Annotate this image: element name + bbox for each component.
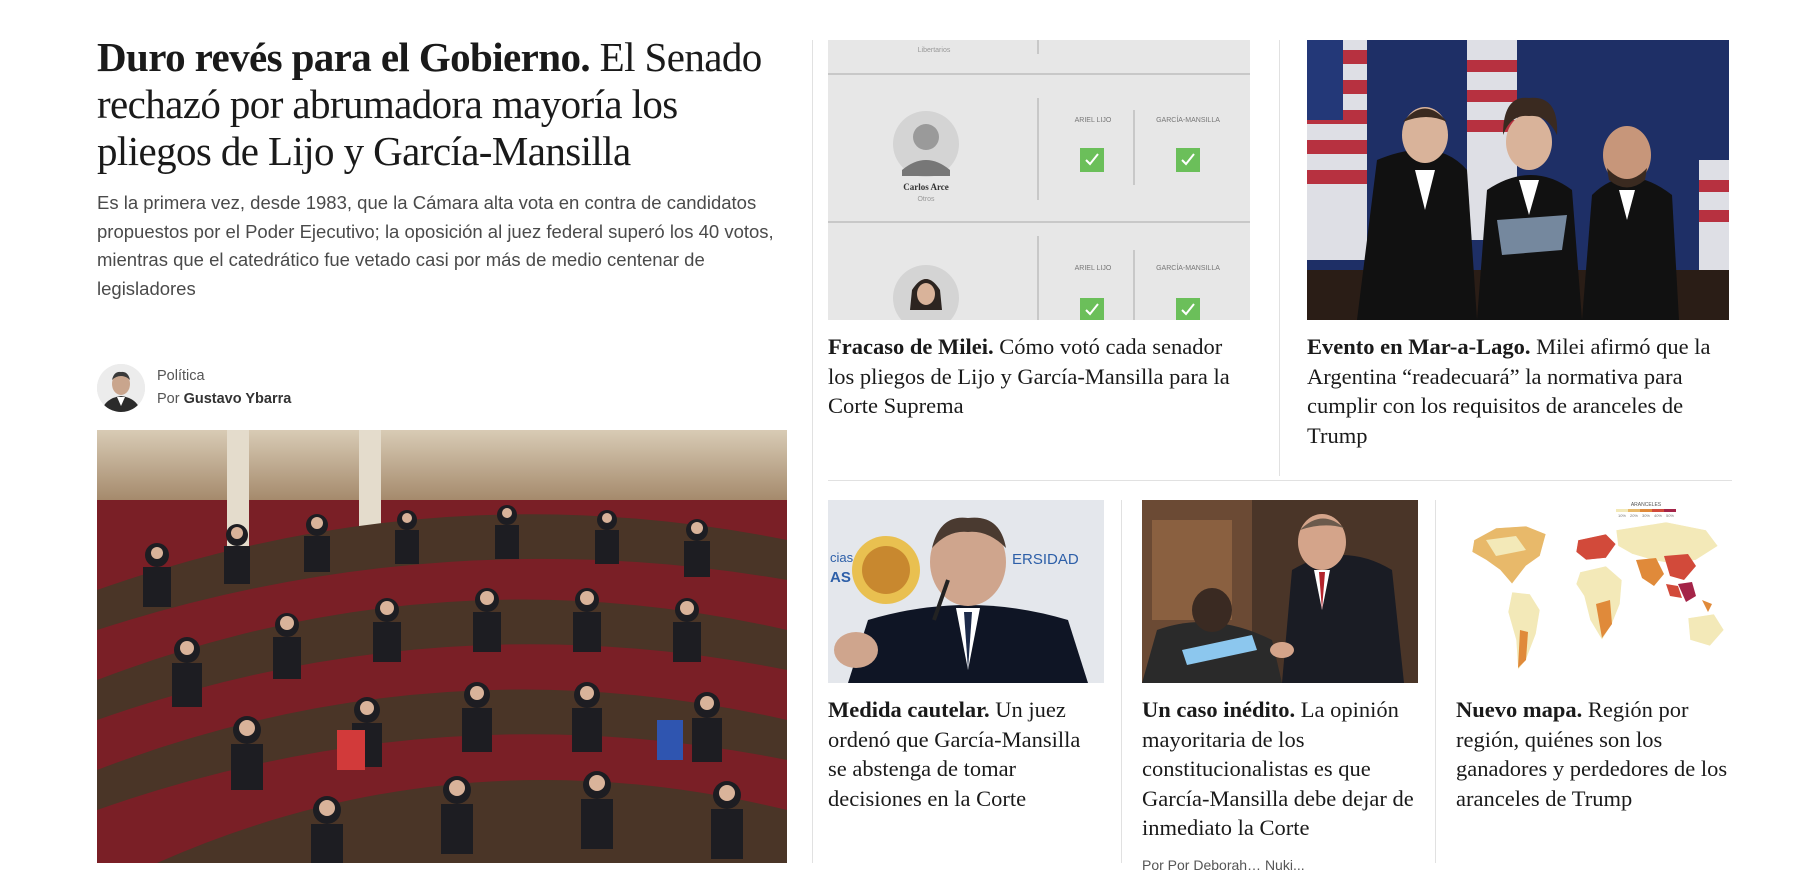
lead-byline: Política Por Gustavo Ybarra bbox=[97, 364, 397, 416]
vote-check-3 bbox=[1080, 298, 1104, 320]
row-divider bbox=[828, 480, 1732, 481]
svg-text:10%: 10% bbox=[1618, 513, 1626, 518]
author-name: Gustavo Ybarra bbox=[183, 391, 292, 407]
column-divider-bottom-2 bbox=[1435, 500, 1436, 863]
card-headline[interactable]: Nuevo mapa. Región por región, quiénes s… bbox=[1456, 695, 1732, 813]
section-label[interactable]: Política bbox=[157, 368, 205, 384]
lead-kicker: Duro revés para el Gobierno. bbox=[97, 34, 591, 80]
story-card-fracaso-milei[interactable]: Libertarios Carlos Arce Otros ARIEL LIJO… bbox=[828, 40, 1250, 421]
svg-text:20%: 20% bbox=[1630, 513, 1638, 518]
author-prefix: Por bbox=[157, 391, 184, 407]
card-kicker: Nuevo mapa. bbox=[1456, 697, 1583, 722]
lead-photo-senate-chamber[interactable] bbox=[97, 430, 787, 863]
card-headline[interactable]: Evento en Mar-a-Lago. Milei afirmó que l… bbox=[1307, 332, 1729, 450]
card-headline[interactable]: Fracaso de Milei. Cómo votó cada senador… bbox=[828, 332, 1250, 421]
vote-check-4 bbox=[1176, 298, 1200, 320]
column-divider-top-mid bbox=[1279, 40, 1280, 476]
photo-text-3: ERSIDAD bbox=[1012, 551, 1079, 568]
svg-text:40%: 40% bbox=[1654, 513, 1662, 518]
story-card-nuevo-mapa[interactable]: ARANCELES 10% 20% 30% 40% 50% Nuevo mapa… bbox=[1456, 500, 1732, 813]
graphic-top-caption: Libertarios bbox=[918, 47, 951, 54]
col-label-lijo-2: ARIEL LIJO bbox=[1075, 265, 1112, 272]
card-kicker: Fracaso de Milei. bbox=[828, 334, 994, 359]
story-card-medida-cautelar[interactable]: cias AS ERSIDAD Medida cautelar. Un juez… bbox=[828, 500, 1104, 813]
svg-text:50%: 50% bbox=[1666, 513, 1674, 518]
map-legend-title: ARANCELES bbox=[1631, 502, 1662, 508]
card-headline[interactable]: Un caso inédito. La opinión mayoritaria … bbox=[1142, 695, 1418, 843]
card-kicker: Medida cautelar. bbox=[828, 697, 990, 722]
card-kicker: Evento en Mar-a-Lago. bbox=[1307, 334, 1531, 359]
card-kicker: Un caso inédito. bbox=[1142, 697, 1296, 722]
author-line[interactable]: Por Gustavo Ybarra bbox=[157, 391, 291, 407]
col-label-gm-1: GARCÍA-MANSILLA bbox=[1156, 115, 1220, 124]
column-divider-left bbox=[812, 40, 813, 863]
senator-party-1: Otros bbox=[917, 196, 935, 203]
card-headline[interactable]: Medida cautelar. Un juez ordenó que Garc… bbox=[828, 695, 1104, 813]
author-avatar[interactable] bbox=[97, 364, 145, 412]
caso-inedito-photo[interactable] bbox=[1142, 500, 1418, 683]
medida-cautelar-photo[interactable]: cias AS ERSIDAD bbox=[828, 500, 1104, 683]
story-card-caso-inedito[interactable]: Un caso inédito. La opinión mayoritaria … bbox=[1142, 500, 1418, 843]
col-label-lijo-1: ARIEL LIJO bbox=[1075, 117, 1112, 124]
story-card-mar-a-lago[interactable]: Evento en Mar-a-Lago. Milei afirmó que l… bbox=[1307, 40, 1729, 450]
column-divider-bottom-1 bbox=[1121, 500, 1122, 863]
photo-text-1: cias bbox=[830, 550, 854, 565]
lead-story: Duro revés para el Gobierno. El Senado r… bbox=[97, 34, 787, 303]
tariff-world-map[interactable]: ARANCELES 10% 20% 30% 40% 50% bbox=[1456, 500, 1732, 683]
photo-text-2: AS bbox=[830, 569, 851, 586]
mar-a-lago-photo[interactable] bbox=[1307, 40, 1729, 320]
lead-headline[interactable]: Duro revés para el Gobierno. El Senado r… bbox=[97, 34, 787, 175]
lead-summary: Es la primera vez, desde 1983, que la Cá… bbox=[97, 192, 774, 299]
svg-text:30%: 30% bbox=[1642, 513, 1650, 518]
col-label-gm-2: GARCÍA-MANSILLA bbox=[1156, 263, 1220, 272]
card-byline-cut[interactable]: Por Por Deborah… Nuki... bbox=[1142, 857, 1305, 873]
senator-name-1: Carlos Arce bbox=[903, 182, 949, 192]
senate-vote-graphic[interactable]: Libertarios Carlos Arce Otros ARIEL LIJO… bbox=[828, 40, 1250, 320]
